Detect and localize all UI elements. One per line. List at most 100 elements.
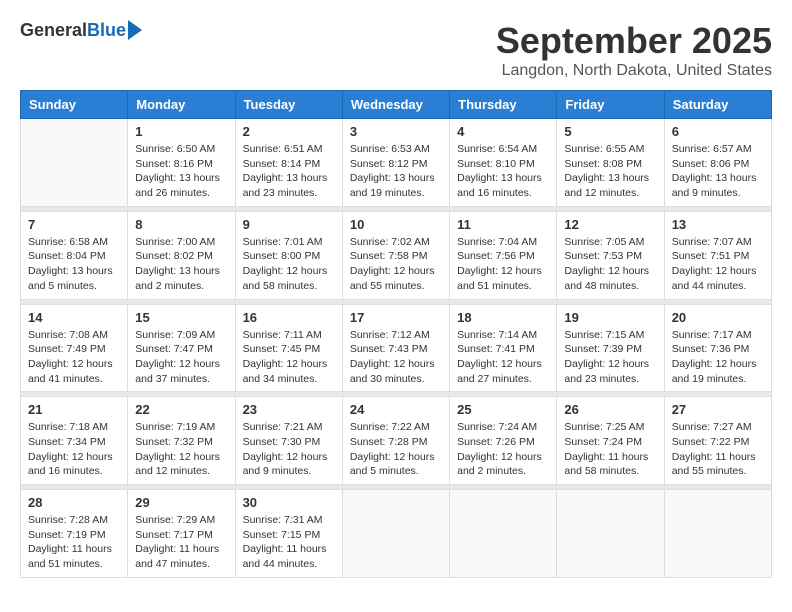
day-info: Sunrise: 7:19 AM Sunset: 7:32 PM Dayligh… — [135, 420, 227, 479]
weekday-header-monday: Monday — [128, 91, 235, 119]
day-number: 24 — [350, 402, 442, 417]
calendar-cell — [557, 490, 664, 578]
calendar-cell: 5Sunrise: 6:55 AM Sunset: 8:08 PM Daylig… — [557, 119, 664, 207]
calendar: SundayMondayTuesdayWednesdayThursdayFrid… — [20, 90, 772, 578]
calendar-cell: 19Sunrise: 7:15 AM Sunset: 7:39 PM Dayli… — [557, 304, 664, 392]
logo-blue-text: Blue — [87, 20, 126, 41]
calendar-cell: 30 Sunrise: 7:31 AM Sunset: 7:15 PM Dayli… — [235, 490, 342, 578]
month-title: September 2025 — [496, 20, 772, 62]
calendar-cell: 24 Sunrise: 7:22 AM Sunset: 7:28 PM Dayli… — [342, 397, 449, 485]
calendar-cell: 17 Sunrise: 7:12 AM Sunset: 7:43 PM Dayli… — [342, 304, 449, 392]
day-info: Sunrise: 6:54 AM Sunset: 8:10 PM Dayligh… — [457, 142, 549, 201]
day-number: 3 — [350, 124, 442, 139]
day-info: Sunrise: 7:24 AM Sunset: 7:26 PM Dayligh… — [457, 420, 549, 479]
calendar-cell: 14Sunrise: 7:08 AM Sunset: 7:49 PM Dayli… — [21, 304, 128, 392]
day-number: 9 — [243, 217, 335, 232]
day-info: Sunrise: 7:22 AM Sunset: 7:28 PM Dayligh… — [350, 420, 442, 479]
calendar-cell: 9 Sunrise: 7:01 AM Sunset: 8:00 PM Daylig… — [235, 211, 342, 299]
day-info: Sunrise: 6:51 AM Sunset: 8:14 PM Dayligh… — [243, 142, 335, 201]
header: General Blue September 2025 Langdon, Nor… — [20, 20, 772, 80]
day-info: Sunrise: 7:05 AM Sunset: 7:53 PM Dayligh… — [564, 235, 656, 294]
day-number: 29 — [135, 495, 227, 510]
day-number: 14 — [28, 310, 120, 325]
day-number: 16 — [243, 310, 335, 325]
day-number: 12 — [564, 217, 656, 232]
logo-general-text: General — [20, 20, 87, 41]
calendar-cell: 8 Sunrise: 7:00 AM Sunset: 8:02 PM Daylig… — [128, 211, 235, 299]
calendar-week-row: 28Sunrise: 7:28 AM Sunset: 7:19 PM Dayli… — [21, 490, 772, 578]
day-number: 25 — [457, 402, 549, 417]
calendar-cell: 2 Sunrise: 6:51 AM Sunset: 8:14 PM Daylig… — [235, 119, 342, 207]
day-number: 20 — [672, 310, 764, 325]
calendar-cell: 27 Sunrise: 7:27 AM Sunset: 7:22 PM Dayli… — [664, 397, 771, 485]
weekday-header-row: SundayMondayTuesdayWednesdayThursdayFrid… — [21, 91, 772, 119]
day-info: Sunrise: 7:31 AM Sunset: 7:15 PM Dayligh… — [243, 513, 335, 572]
day-info: Sunrise: 6:58 AM Sunset: 8:04 PM Dayligh… — [28, 235, 120, 294]
calendar-cell — [21, 119, 128, 207]
day-info: Sunrise: 7:29 AM Sunset: 7:17 PM Dayligh… — [135, 513, 227, 572]
weekday-header-sunday: Sunday — [21, 91, 128, 119]
calendar-cell: 22Sunrise: 7:19 AM Sunset: 7:32 PM Dayli… — [128, 397, 235, 485]
calendar-cell: 4 Sunrise: 6:54 AM Sunset: 8:10 PM Daylig… — [450, 119, 557, 207]
day-number: 21 — [28, 402, 120, 417]
day-info: Sunrise: 6:50 AM Sunset: 8:16 PM Dayligh… — [135, 142, 227, 201]
day-info: Sunrise: 7:14 AM Sunset: 7:41 PM Dayligh… — [457, 328, 549, 387]
calendar-cell: 1 Sunrise: 6:50 AM Sunset: 8:16 PM Daylig… — [128, 119, 235, 207]
weekday-header-tuesday: Tuesday — [235, 91, 342, 119]
day-info: Sunrise: 7:17 AM Sunset: 7:36 PM Dayligh… — [672, 328, 764, 387]
calendar-cell: 12 Sunrise: 7:05 AM Sunset: 7:53 PM Dayli… — [557, 211, 664, 299]
calendar-week-row: 21Sunrise: 7:18 AM Sunset: 7:34 PM Dayli… — [21, 397, 772, 485]
day-info: Sunrise: 7:02 AM Sunset: 7:58 PM Dayligh… — [350, 235, 442, 294]
day-number: 2 — [243, 124, 335, 139]
day-number: 10 — [350, 217, 442, 232]
day-number: 11 — [457, 217, 549, 232]
calendar-week-row: 1 Sunrise: 6:50 AM Sunset: 8:16 PM Daylig… — [21, 119, 772, 207]
day-info: Sunrise: 7:01 AM Sunset: 8:00 PM Dayligh… — [243, 235, 335, 294]
calendar-cell: 18Sunrise: 7:14 AM Sunset: 7:41 PM Dayli… — [450, 304, 557, 392]
calendar-cell — [342, 490, 449, 578]
day-info: Sunrise: 7:15 AM Sunset: 7:39 PM Dayligh… — [564, 328, 656, 387]
day-number: 4 — [457, 124, 549, 139]
weekday-header-thursday: Thursday — [450, 91, 557, 119]
day-number: 15 — [135, 310, 227, 325]
day-number: 6 — [672, 124, 764, 139]
day-number: 7 — [28, 217, 120, 232]
day-number: 5 — [564, 124, 656, 139]
day-number: 30 — [243, 495, 335, 510]
day-info: Sunrise: 7:00 AM Sunset: 8:02 PM Dayligh… — [135, 235, 227, 294]
calendar-cell: 3 Sunrise: 6:53 AM Sunset: 8:12 PM Daylig… — [342, 119, 449, 207]
calendar-cell: 26 Sunrise: 7:25 AM Sunset: 7:24 PM Dayli… — [557, 397, 664, 485]
calendar-cell — [664, 490, 771, 578]
location-title: Langdon, North Dakota, United States — [496, 62, 772, 80]
day-info: Sunrise: 6:53 AM Sunset: 8:12 PM Dayligh… — [350, 142, 442, 201]
calendar-cell — [450, 490, 557, 578]
day-number: 26 — [564, 402, 656, 417]
day-number: 17 — [350, 310, 442, 325]
day-number: 1 — [135, 124, 227, 139]
calendar-cell: 21Sunrise: 7:18 AM Sunset: 7:34 PM Dayli… — [21, 397, 128, 485]
calendar-cell: 7 Sunrise: 6:58 AM Sunset: 8:04 PM Daylig… — [21, 211, 128, 299]
calendar-cell: 15 Sunrise: 7:09 AM Sunset: 7:47 PM Dayli… — [128, 304, 235, 392]
calendar-cell: 20 Sunrise: 7:17 AM Sunset: 7:36 PM Dayli… — [664, 304, 771, 392]
day-info: Sunrise: 7:27 AM Sunset: 7:22 PM Dayligh… — [672, 420, 764, 479]
day-number: 8 — [135, 217, 227, 232]
day-info: Sunrise: 6:57 AM Sunset: 8:06 PM Dayligh… — [672, 142, 764, 201]
day-number: 28 — [28, 495, 120, 510]
weekday-header-wednesday: Wednesday — [342, 91, 449, 119]
day-info: Sunrise: 7:04 AM Sunset: 7:56 PM Dayligh… — [457, 235, 549, 294]
day-info: Sunrise: 7:11 AM Sunset: 7:45 PM Dayligh… — [243, 328, 335, 387]
day-number: 27 — [672, 402, 764, 417]
weekday-header-saturday: Saturday — [664, 91, 771, 119]
calendar-cell: 13Sunrise: 7:07 AM Sunset: 7:51 PM Dayli… — [664, 211, 771, 299]
calendar-cell: 11 Sunrise: 7:04 AM Sunset: 7:56 PM Dayli… — [450, 211, 557, 299]
weekday-header-friday: Friday — [557, 91, 664, 119]
day-number: 13 — [672, 217, 764, 232]
calendar-cell: 28Sunrise: 7:28 AM Sunset: 7:19 PM Dayli… — [21, 490, 128, 578]
day-info: Sunrise: 7:09 AM Sunset: 7:47 PM Dayligh… — [135, 328, 227, 387]
title-area: September 2025 Langdon, North Dakota, Un… — [496, 20, 772, 80]
calendar-cell: 10 Sunrise: 7:02 AM Sunset: 7:58 PM Dayli… — [342, 211, 449, 299]
day-info: Sunrise: 7:12 AM Sunset: 7:43 PM Dayligh… — [350, 328, 442, 387]
calendar-cell: 16 Sunrise: 7:11 AM Sunset: 7:45 PM Dayli… — [235, 304, 342, 392]
calendar-cell: 6 Sunrise: 6:57 AM Sunset: 8:06 PM Daylig… — [664, 119, 771, 207]
day-info: Sunrise: 7:25 AM Sunset: 7:24 PM Dayligh… — [564, 420, 656, 479]
